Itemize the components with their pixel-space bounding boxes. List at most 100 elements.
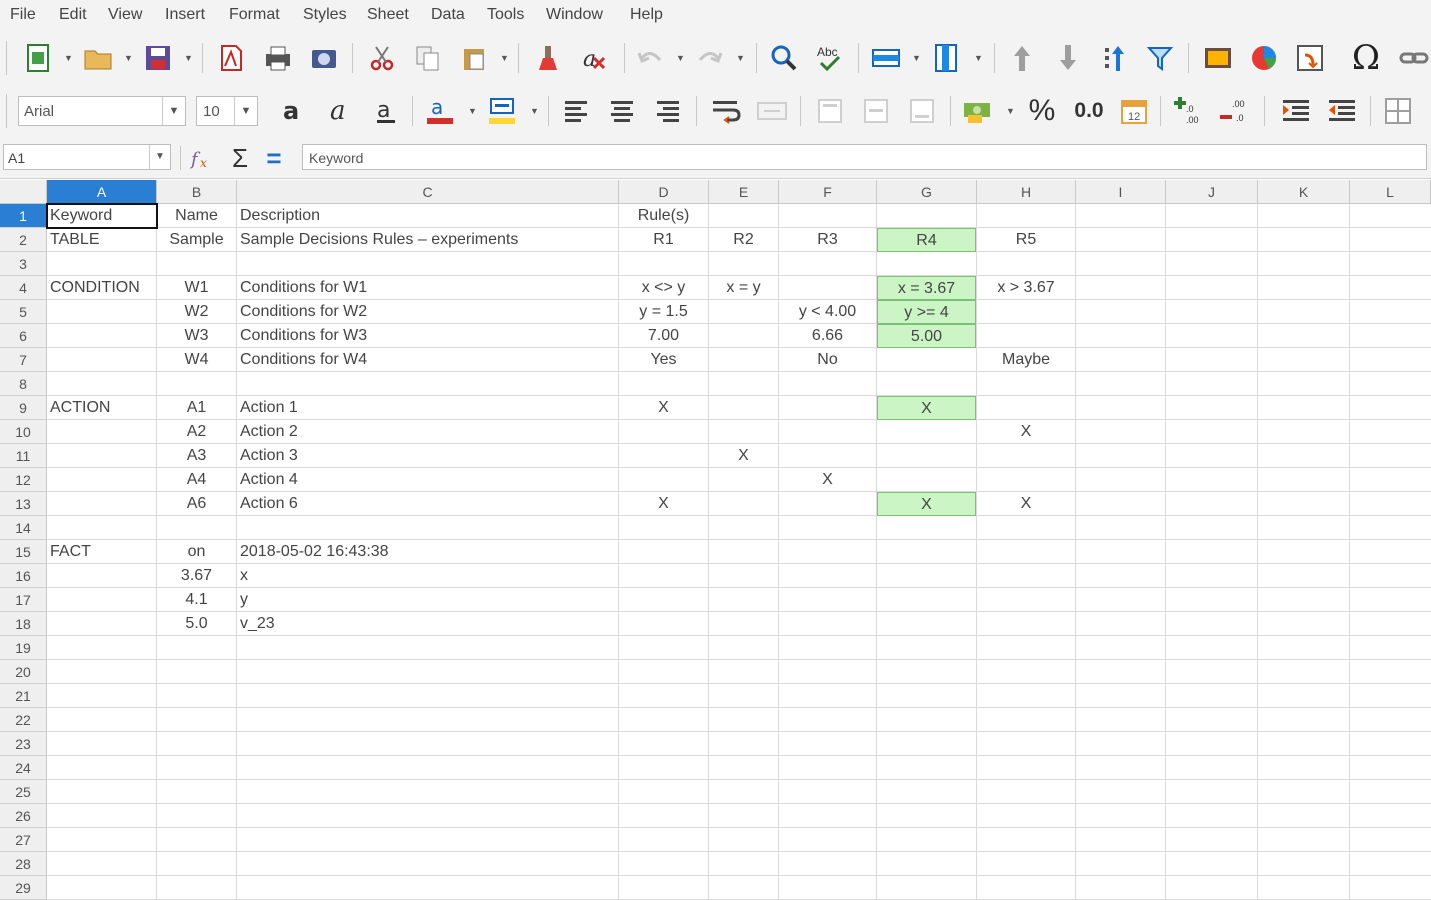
name-box-dropdown-icon[interactable]: ▼ [149, 145, 170, 169]
currency-format-icon[interactable] [962, 94, 994, 128]
menu-sheet[interactable]: Sheet [367, 6, 409, 24]
cell-b16[interactable]: 3.67 [157, 564, 236, 588]
cell-h10[interactable]: X [977, 420, 1075, 444]
save-icon[interactable] [142, 41, 174, 75]
number-format-icon[interactable]: 0.0 [1070, 94, 1108, 128]
spelling-icon[interactable]: Abc [814, 41, 846, 75]
cell-g2[interactable]: R4 [877, 228, 976, 252]
font-size-dropdown-icon[interactable]: ▼ [234, 97, 257, 125]
row-header-19[interactable]: 19 [0, 636, 47, 660]
cell-a9[interactable]: ACTION [47, 396, 156, 420]
formula-input[interactable]: Keyword [302, 144, 1427, 170]
hyperlink-icon[interactable] [1398, 41, 1430, 75]
cell-c11[interactable]: Action 3 [237, 444, 618, 468]
merge-cells-icon[interactable] [756, 94, 788, 128]
align-left-icon[interactable] [560, 94, 592, 128]
column-header-e[interactable]: E [709, 180, 779, 204]
row-header-12[interactable]: 12 [0, 468, 47, 492]
cell-c7[interactable]: Conditions for W4 [237, 348, 618, 372]
cell-f5[interactable]: y < 4.00 [779, 300, 876, 324]
cell-b9[interactable]: A1 [157, 396, 236, 420]
redo-dropdown-icon[interactable]: ▼ [736, 53, 745, 63]
italic-icon[interactable]: a [324, 94, 356, 128]
align-right-icon[interactable] [652, 94, 684, 128]
increase-indent-icon[interactable] [1280, 94, 1312, 128]
column-header-g[interactable]: G [877, 180, 977, 204]
row-icon[interactable] [870, 41, 902, 75]
print-preview-icon[interactable] [308, 41, 340, 75]
cell-g9[interactable]: X [877, 396, 976, 420]
row-header-9[interactable]: 9 [0, 396, 47, 420]
cell-d2[interactable]: R1 [619, 228, 708, 252]
cell-h7[interactable]: Maybe [977, 348, 1075, 372]
row-header-29[interactable]: 29 [0, 876, 47, 900]
row-header-6[interactable]: 6 [0, 324, 47, 348]
align-top-icon[interactable] [814, 94, 846, 128]
paste-icon[interactable] [458, 41, 490, 75]
menu-data[interactable]: Data [431, 6, 465, 24]
cell-h2[interactable]: R5 [977, 228, 1075, 252]
sort-ascending-icon[interactable] [1006, 41, 1038, 75]
paste-dropdown-icon[interactable]: ▼ [500, 53, 509, 63]
row-header-17[interactable]: 17 [0, 588, 47, 612]
bold-icon[interactable]: a [278, 94, 310, 128]
font-color-dropdown-icon[interactable]: ▼ [468, 106, 477, 116]
cell-c18[interactable]: v_23 [237, 612, 618, 636]
cell-c10[interactable]: Action 2 [237, 420, 618, 444]
row-header-10[interactable]: 10 [0, 420, 47, 444]
cell-c12[interactable]: Action 4 [237, 468, 618, 492]
cell-g4[interactable]: x = 3.67 [877, 276, 976, 300]
cell-b6[interactable]: W3 [157, 324, 236, 348]
row-header-26[interactable]: 26 [0, 804, 47, 828]
row-header-1[interactable]: 1 [0, 204, 47, 228]
cell-e2[interactable]: R2 [709, 228, 778, 252]
sum-icon[interactable]: Σ [224, 141, 256, 175]
cell-c9[interactable]: Action 1 [237, 396, 618, 420]
special-character-icon[interactable]: Ω [1350, 38, 1382, 78]
row-header-16[interactable]: 16 [0, 564, 47, 588]
wrap-text-icon[interactable] [710, 94, 742, 128]
add-decimal-icon[interactable]: .0.00 [1172, 94, 1204, 128]
font-name-select[interactable]: Arial ▼ [18, 96, 186, 126]
column-header-k[interactable]: K [1258, 180, 1350, 204]
row-header-3[interactable]: 3 [0, 252, 47, 276]
menu-help[interactable]: Help [630, 6, 663, 24]
cell-c1[interactable]: Description [237, 204, 618, 228]
cell-f12[interactable]: X [779, 468, 876, 492]
font-color-icon[interactable]: a [424, 94, 456, 128]
cell-c15[interactable]: 2018-05-02 16:43:38 [237, 540, 618, 564]
row-header-7[interactable]: 7 [0, 348, 47, 372]
row-dropdown-icon[interactable]: ▼ [912, 53, 921, 63]
cell-c17[interactable]: y [237, 588, 618, 612]
row-header-18[interactable]: 18 [0, 612, 47, 636]
date-format-icon[interactable]: 12 [1118, 94, 1150, 128]
cell-c2[interactable]: Sample Decisions Rules – experiments [237, 228, 618, 252]
align-center-icon[interactable] [606, 94, 638, 128]
menu-insert[interactable]: Insert [165, 6, 205, 24]
cell-e4[interactable]: x = y [709, 276, 778, 300]
autofilter-icon[interactable] [1144, 41, 1176, 75]
delete-decimal-icon[interactable]: .00.0 [1218, 94, 1250, 128]
cell-b4[interactable]: W1 [157, 276, 236, 300]
cell-b15[interactable]: on [157, 540, 236, 564]
menu-format[interactable]: Format [229, 6, 280, 24]
cell-b10[interactable]: A2 [157, 420, 236, 444]
font-name-dropdown-icon[interactable]: ▼ [162, 97, 185, 125]
column-header-h[interactable]: H [977, 180, 1076, 204]
menu-styles[interactable]: Styles [303, 6, 347, 24]
row-header-13[interactable]: 13 [0, 492, 47, 516]
column-header-d[interactable]: D [619, 180, 709, 204]
new-document-icon[interactable] [22, 41, 54, 75]
row-header-22[interactable]: 22 [0, 708, 47, 732]
cell-b1[interactable]: Name [157, 204, 236, 228]
row-header-14[interactable]: 14 [0, 516, 47, 540]
cell-b7[interactable]: W4 [157, 348, 236, 372]
save-dropdown-icon[interactable]: ▼ [184, 53, 193, 63]
highlight-dropdown-icon[interactable]: ▼ [530, 106, 539, 116]
row-header-27[interactable]: 27 [0, 828, 47, 852]
print-icon[interactable] [262, 41, 294, 75]
cell-a2[interactable]: TABLE [47, 228, 156, 252]
cell-c4[interactable]: Conditions for W1 [237, 276, 618, 300]
row-header-4[interactable]: 4 [0, 276, 47, 300]
align-middle-icon[interactable] [860, 94, 892, 128]
